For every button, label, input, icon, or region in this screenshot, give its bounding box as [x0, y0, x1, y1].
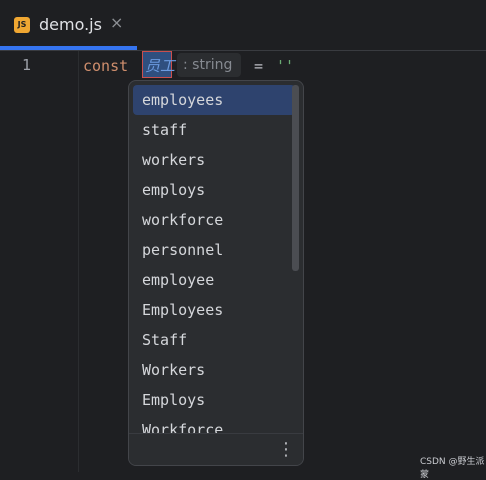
suggestion-item[interactable]: personnel	[133, 235, 295, 265]
javascript-file-icon: JS	[14, 17, 30, 33]
suggestion-item[interactable]: staff	[133, 115, 295, 145]
line-number: 1	[22, 56, 32, 74]
tab-title: demo.js	[39, 15, 102, 34]
close-icon[interactable]: ×	[110, 13, 123, 32]
suggestion-item[interactable]: employees	[133, 85, 295, 115]
suggestion-item[interactable]: Staff	[133, 325, 295, 355]
autocomplete-popup: employees staff workers employs workforc…	[128, 80, 304, 466]
suggestion-item[interactable]: employee	[133, 265, 295, 295]
identifier[interactable]: 员工	[145, 55, 175, 76]
suggestion-item[interactable]: employs	[133, 175, 295, 205]
scrollbar-thumb[interactable]	[292, 85, 299, 271]
suggestion-item[interactable]: Employees	[133, 295, 295, 325]
suggestion-item[interactable]: workers	[133, 145, 295, 175]
suggestion-item[interactable]: workforce	[133, 205, 295, 235]
equals-operator: =	[254, 57, 264, 75]
suggestion-item[interactable]: Employs	[133, 385, 295, 415]
suggestion-item[interactable]: Workforce	[133, 415, 295, 433]
watermark: CSDN @野生派蒙	[420, 457, 485, 480]
more-options-icon[interactable]: ⋮	[277, 438, 295, 462]
editor-tab-bar: JS demo.js ×	[0, 0, 486, 51]
tab-demo-js[interactable]: JS demo.js ×	[0, 0, 137, 50]
type-hint: : string	[183, 57, 233, 73]
keyword-const: const	[83, 57, 129, 75]
popup-footer: ⋮	[129, 433, 303, 465]
active-tab-indicator	[0, 46, 137, 50]
gutter-divider	[78, 51, 79, 472]
suggestion-list: employees staff workers employs workforc…	[129, 81, 303, 433]
string-literal: ''	[276, 57, 295, 75]
suggestion-item[interactable]: Workers	[133, 355, 295, 385]
